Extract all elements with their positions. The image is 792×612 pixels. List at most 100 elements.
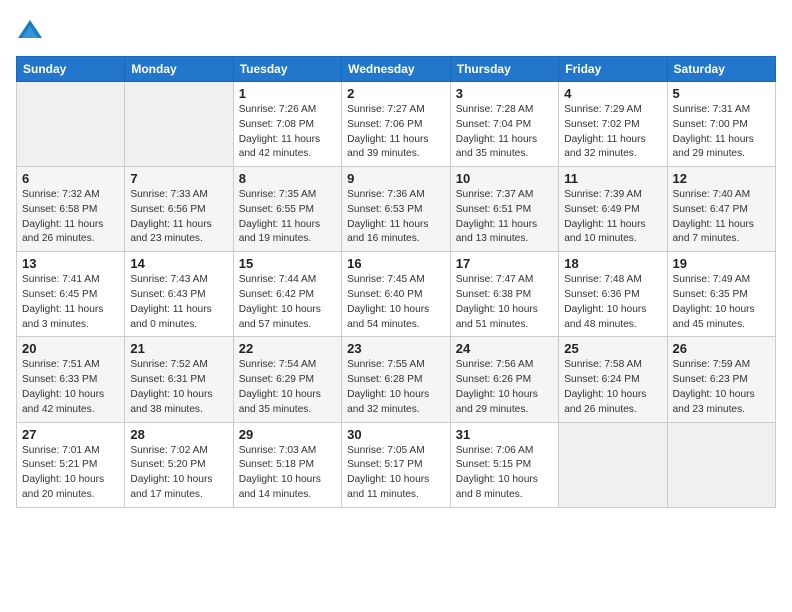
day-info: Sunrise: 7:36 AMSunset: 6:53 PMDaylight:… (347, 188, 445, 247)
calendar-cell: 1 Sunrise: 7:26 AMSunset: 7:08 PMDaylight… (233, 82, 341, 167)
day-info: Sunrise: 7:54 AMSunset: 6:29 PMDaylight:… (239, 358, 336, 417)
day-info: Sunrise: 7:26 AMSunset: 7:08 PMDaylight:… (239, 103, 336, 162)
calendar-cell (125, 82, 233, 167)
day-info: Sunrise: 7:29 AMSunset: 7:02 PMDaylight:… (564, 103, 661, 162)
day-number: 28 (130, 427, 227, 442)
calendar-cell: 14 Sunrise: 7:43 AMSunset: 6:43 PMDayligh… (125, 252, 233, 337)
calendar-cell: 18 Sunrise: 7:48 AMSunset: 6:36 PMDayligh… (559, 252, 667, 337)
calendar-header-row: SundayMondayTuesdayWednesdayThursdayFrid… (17, 57, 776, 82)
day-of-week-header: Tuesday (233, 57, 341, 82)
calendar-cell: 17 Sunrise: 7:47 AMSunset: 6:38 PMDayligh… (450, 252, 558, 337)
day-number: 31 (456, 427, 553, 442)
calendar-week-row: 27 Sunrise: 7:01 AMSunset: 5:21 PMDayligh… (17, 422, 776, 507)
day-info: Sunrise: 7:31 AMSunset: 7:00 PMDaylight:… (673, 103, 770, 162)
calendar-cell: 19Sunrise: 7:49 AMSunset: 6:35 PMDayligh… (667, 252, 775, 337)
day-info: Sunrise: 7:58 AMSunset: 6:24 PMDaylight:… (564, 358, 661, 417)
day-number: 11 (564, 171, 661, 186)
calendar-cell: 10 Sunrise: 7:37 AMSunset: 6:51 PMDayligh… (450, 167, 558, 252)
calendar-cell (559, 422, 667, 507)
calendar-cell: 20 Sunrise: 7:51 AMSunset: 6:33 PMDayligh… (17, 337, 125, 422)
calendar-cell: 29 Sunrise: 7:03 AMSunset: 5:18 PMDayligh… (233, 422, 341, 507)
calendar-cell (667, 422, 775, 507)
logo-icon (16, 16, 44, 44)
calendar-cell: 8 Sunrise: 7:35 AMSunset: 6:55 PMDaylight… (233, 167, 341, 252)
day-number: 8 (239, 171, 336, 186)
day-number: 1 (239, 86, 336, 101)
calendar-cell: 27 Sunrise: 7:01 AMSunset: 5:21 PMDayligh… (17, 422, 125, 507)
calendar-cell: 9 Sunrise: 7:36 AMSunset: 6:53 PMDaylight… (342, 167, 451, 252)
day-of-week-header: Monday (125, 57, 233, 82)
day-info: Sunrise: 7:59 AMSunset: 6:23 PMDaylight:… (673, 358, 770, 417)
day-number: 10 (456, 171, 553, 186)
day-info: Sunrise: 7:32 AMSunset: 6:58 PMDaylight:… (22, 188, 119, 247)
day-number: 12 (673, 171, 770, 186)
day-info: Sunrise: 7:47 AMSunset: 6:38 PMDaylight:… (456, 273, 553, 332)
day-info: Sunrise: 7:49 AMSunset: 6:35 PMDaylight:… (673, 273, 770, 332)
day-number: 13 (22, 256, 119, 271)
day-info: Sunrise: 7:28 AMSunset: 7:04 PMDaylight:… (456, 103, 553, 162)
day-info: Sunrise: 7:41 AMSunset: 6:45 PMDaylight:… (22, 273, 119, 332)
day-info: Sunrise: 7:27 AMSunset: 7:06 PMDaylight:… (347, 103, 445, 162)
calendar-table: SundayMondayTuesdayWednesdayThursdayFrid… (16, 56, 776, 508)
day-number: 20 (22, 341, 119, 356)
calendar-cell: 3 Sunrise: 7:28 AMSunset: 7:04 PMDaylight… (450, 82, 558, 167)
calendar-cell: 25 Sunrise: 7:58 AMSunset: 6:24 PMDayligh… (559, 337, 667, 422)
day-info: Sunrise: 7:03 AMSunset: 5:18 PMDaylight:… (239, 444, 336, 503)
day-info: Sunrise: 7:37 AMSunset: 6:51 PMDaylight:… (456, 188, 553, 247)
calendar-cell: 28 Sunrise: 7:02 AMSunset: 5:20 PMDayligh… (125, 422, 233, 507)
day-info: Sunrise: 7:35 AMSunset: 6:55 PMDaylight:… (239, 188, 336, 247)
day-of-week-header: Friday (559, 57, 667, 82)
calendar-cell: 15 Sunrise: 7:44 AMSunset: 6:42 PMDayligh… (233, 252, 341, 337)
day-number: 4 (564, 86, 661, 101)
day-info: Sunrise: 7:02 AMSunset: 5:20 PMDaylight:… (130, 444, 227, 503)
calendar-cell: 23Sunrise: 7:55 AMSunset: 6:28 PMDayligh… (342, 337, 451, 422)
calendar-cell (17, 82, 125, 167)
day-number: 7 (130, 171, 227, 186)
day-number: 14 (130, 256, 227, 271)
day-info: Sunrise: 7:48 AMSunset: 6:36 PMDaylight:… (564, 273, 661, 332)
day-info: Sunrise: 7:45 AMSunset: 6:40 PMDaylight:… (347, 273, 445, 332)
day-number: 22 (239, 341, 336, 356)
day-info: Sunrise: 7:40 AMSunset: 6:47 PMDaylight:… (673, 188, 770, 247)
day-number: 17 (456, 256, 553, 271)
calendar-cell: 13 Sunrise: 7:41 AMSunset: 6:45 PMDayligh… (17, 252, 125, 337)
calendar-cell: 7 Sunrise: 7:33 AMSunset: 6:56 PMDaylight… (125, 167, 233, 252)
calendar-cell: 24 Sunrise: 7:56 AMSunset: 6:26 PMDayligh… (450, 337, 558, 422)
calendar-cell: 21 Sunrise: 7:52 AMSunset: 6:31 PMDayligh… (125, 337, 233, 422)
calendar-cell: 22 Sunrise: 7:54 AMSunset: 6:29 PMDayligh… (233, 337, 341, 422)
day-info: Sunrise: 7:55 AMSunset: 6:28 PMDaylight:… (347, 358, 445, 417)
calendar-cell: 5 Sunrise: 7:31 AMSunset: 7:00 PMDaylight… (667, 82, 775, 167)
calendar-cell: 2 Sunrise: 7:27 AMSunset: 7:06 PMDaylight… (342, 82, 451, 167)
day-of-week-header: Saturday (667, 57, 775, 82)
page-header (16, 16, 776, 44)
day-info: Sunrise: 7:56 AMSunset: 6:26 PMDaylight:… (456, 358, 553, 417)
day-info: Sunrise: 7:01 AMSunset: 5:21 PMDaylight:… (22, 444, 119, 503)
day-info: Sunrise: 7:39 AMSunset: 6:49 PMDaylight:… (564, 188, 661, 247)
day-number: 9 (347, 171, 445, 186)
calendar-cell: 26Sunrise: 7:59 AMSunset: 6:23 PMDayligh… (667, 337, 775, 422)
day-number: 29 (239, 427, 336, 442)
day-info: Sunrise: 7:05 AMSunset: 5:17 PMDaylight:… (347, 444, 445, 503)
day-info: Sunrise: 7:33 AMSunset: 6:56 PMDaylight:… (130, 188, 227, 247)
day-number: 15 (239, 256, 336, 271)
day-number: 24 (456, 341, 553, 356)
day-number: 30 (347, 427, 445, 442)
day-info: Sunrise: 7:51 AMSunset: 6:33 PMDaylight:… (22, 358, 119, 417)
day-of-week-header: Wednesday (342, 57, 451, 82)
calendar-cell: 6Sunrise: 7:32 AMSunset: 6:58 PMDaylight… (17, 167, 125, 252)
day-number: 25 (564, 341, 661, 356)
day-of-week-header: Thursday (450, 57, 558, 82)
day-number: 16 (347, 256, 445, 271)
day-number: 21 (130, 341, 227, 356)
day-number: 27 (22, 427, 119, 442)
day-number: 3 (456, 86, 553, 101)
day-number: 2 (347, 86, 445, 101)
calendar-cell: 12 Sunrise: 7:40 AMSunset: 6:47 PMDayligh… (667, 167, 775, 252)
day-info: Sunrise: 7:43 AMSunset: 6:43 PMDaylight:… (130, 273, 227, 332)
day-number: 18 (564, 256, 661, 271)
day-info: Sunrise: 7:44 AMSunset: 6:42 PMDaylight:… (239, 273, 336, 332)
day-number: 5 (673, 86, 770, 101)
calendar-cell: 16 Sunrise: 7:45 AMSunset: 6:40 PMDayligh… (342, 252, 451, 337)
calendar-week-row: 1 Sunrise: 7:26 AMSunset: 7:08 PMDaylight… (17, 82, 776, 167)
day-info: Sunrise: 7:52 AMSunset: 6:31 PMDaylight:… (130, 358, 227, 417)
